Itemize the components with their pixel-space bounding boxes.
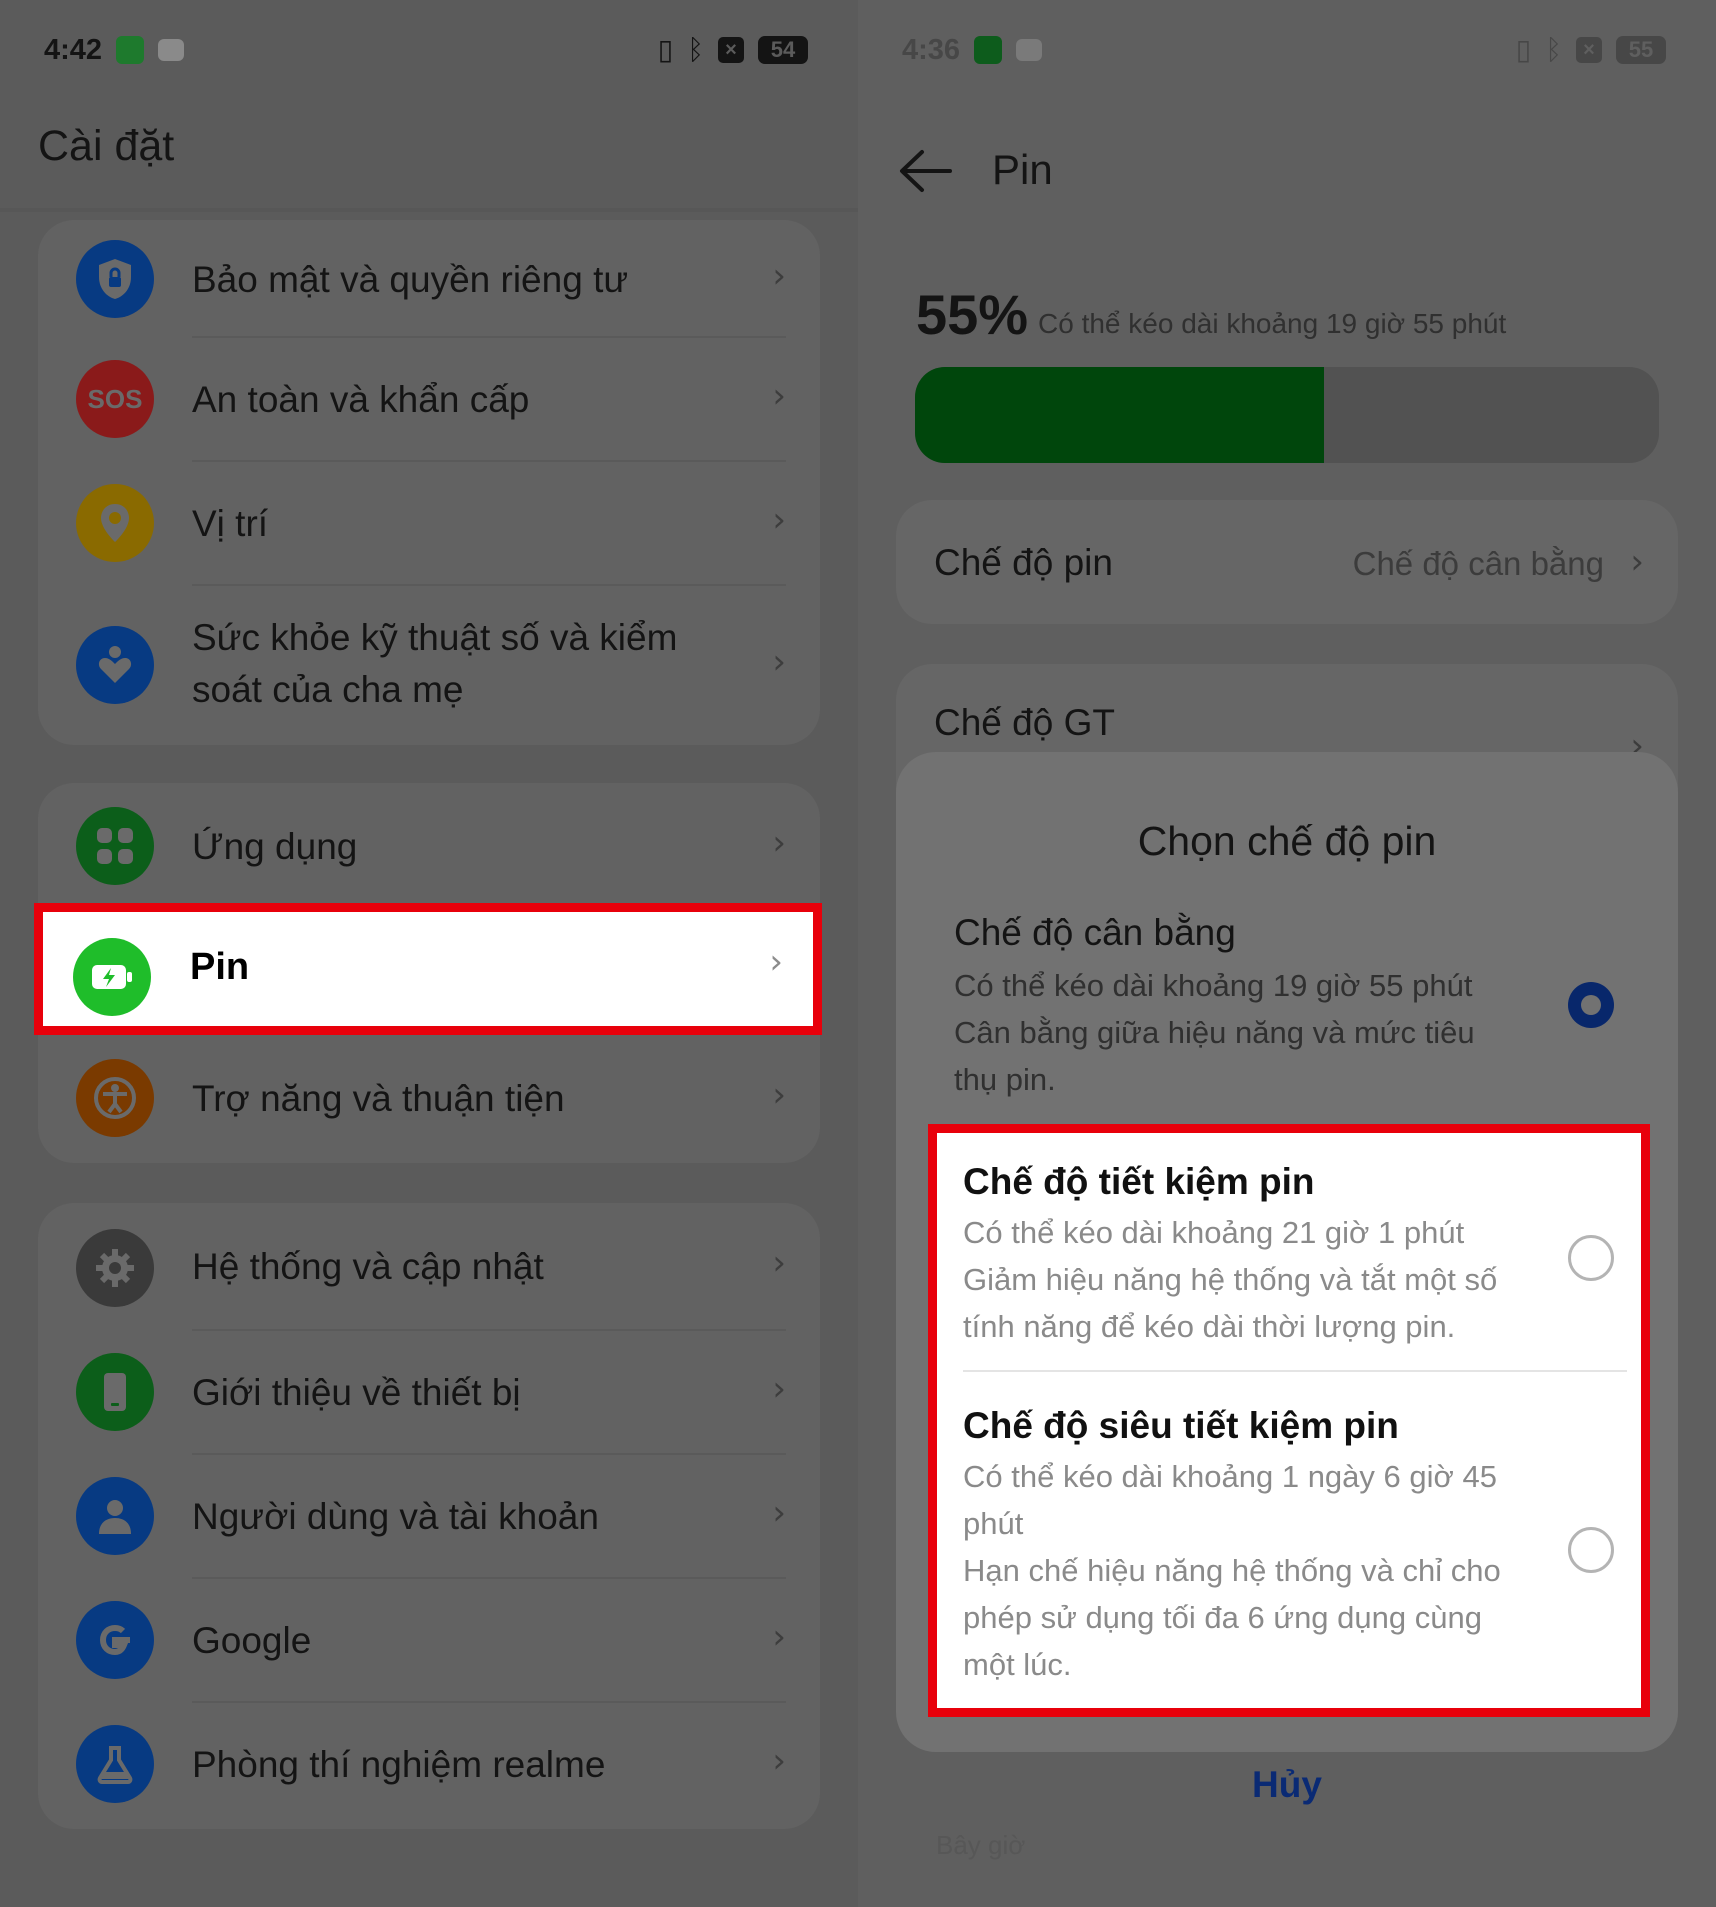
settings-item-label: Pin <box>190 946 250 988</box>
settings-item-realme-lab[interactable]: Phòng thí nghiệm realme › <box>38 1703 820 1829</box>
chevron-right-icon: › <box>772 823 786 863</box>
radio-saver[interactable] <box>1568 1235 1614 1281</box>
chevron-right-icon: › <box>772 1369 786 1409</box>
chevron-right-icon: › <box>772 1493 786 1533</box>
battery-level-fill <box>915 367 1325 463</box>
flask-icon <box>76 1725 154 1803</box>
status-time: 4:42 <box>44 33 103 66</box>
digital-wellbeing-icon <box>76 626 154 704</box>
settings-item-label: Ứng dụng <box>192 826 358 867</box>
sos-icon: SOS <box>76 360 154 438</box>
settings-group-security: Bảo mật và quyền riêng tư › SOS An toàn … <box>38 220 820 745</box>
option-balanced-desc: Có thể kéo dài khoảng 19 giờ 55 phút Cân… <box>954 968 1475 1097</box>
settings-item-battery[interactable]: Pin › <box>34 903 822 1035</box>
no-sim-icon: × <box>1576 37 1602 63</box>
status-time: 4:36 <box>902 33 961 66</box>
chevron-right-icon: › <box>772 256 786 296</box>
vibrate-icon: ▯ <box>657 34 674 65</box>
bluetooth-icon: ᛒ <box>687 34 704 65</box>
option-super-saver-title[interactable]: Chế độ siêu tiết kiệm pin <box>963 1405 1399 1447</box>
settings-item-label: Google <box>192 1620 312 1661</box>
settings-item-digital-wellbeing[interactable]: Sức khỏe kỹ thuật số và kiểm soát của ch… <box>38 586 820 745</box>
sos-glyph: SOS <box>87 383 143 414</box>
settings-item-label: Bảo mật và quyền riêng tư <box>192 259 629 300</box>
settings-item-label: Giới thiệu về thiết bị <box>192 1372 521 1413</box>
battery-charging-icon <box>73 938 151 1016</box>
option-saver-desc: Có thể kéo dài khoảng 21 giờ 1 phút Giảm… <box>963 1215 1498 1344</box>
bluetooth-icon: ᛒ <box>1545 34 1562 65</box>
option-balanced-title[interactable]: Chế độ cân bằng <box>954 912 1236 954</box>
settings-item-label: An toàn và khẩn cấp <box>192 379 530 420</box>
status-bar: 4:42 ▯ ᛒ × 54 <box>44 28 808 72</box>
back-arrow-icon[interactable] <box>898 146 952 196</box>
notification-icon <box>1016 39 1043 61</box>
phone-icon <box>76 1353 154 1431</box>
chevron-right-icon: › <box>772 1075 786 1115</box>
settings-item-label: Vị trí <box>192 503 269 544</box>
header-divider <box>0 208 858 212</box>
shield-lock-icon <box>76 240 154 318</box>
no-sim-icon: × <box>718 37 744 63</box>
chevron-right-icon: › <box>772 642 786 682</box>
option-divider <box>963 1370 1627 1372</box>
google-icon <box>76 1601 154 1679</box>
battery-percent: 55% <box>916 283 1029 346</box>
settings-item-safety[interactable]: SOS An toàn và khẩn cấp › <box>38 338 820 462</box>
settings-item-google[interactable]: Google › <box>38 1579 820 1703</box>
radio-dot <box>1581 995 1601 1015</box>
settings-group-system: Hệ thống và cập nhật › Giới thiệu về thi… <box>38 1203 820 1829</box>
settings-item-label: Sức khỏe kỹ thuật số và kiểm soát của ch… <box>192 617 678 710</box>
settings-item-apps[interactable]: Ứng dụng › <box>38 783 820 907</box>
gear-icon <box>76 1229 154 1307</box>
page-title: Cài đặt <box>38 122 175 170</box>
settings-item-label: Người dùng và tài khoản <box>192 1496 599 1537</box>
battery-remaining-note: Có thể kéo dài khoảng 19 giờ 55 phút <box>1038 308 1507 339</box>
highlighted-options: Chế độ tiết kiệm pin Có thể kéo dài khoả… <box>928 1124 1650 1717</box>
chevron-right-icon: › <box>772 376 786 416</box>
settings-item-label: Hệ thống và cập nhật <box>192 1246 544 1287</box>
battery-icon: 55 <box>1616 36 1666 64</box>
battery-level-bar <box>915 367 1659 463</box>
option-saver-title[interactable]: Chế độ tiết kiệm pin <box>963 1161 1315 1203</box>
chevron-right-icon: › <box>772 500 786 540</box>
sheet-title: Chọn chế độ pin <box>1137 818 1437 864</box>
chevron-right-icon: › <box>772 1617 786 1657</box>
settings-item-label: Trợ năng và thuận tiện <box>192 1078 565 1119</box>
settings-item-about-device[interactable]: Giới thiệu về thiết bị › <box>38 1331 820 1455</box>
battery-mode-row[interactable]: Chế độ pin Chế độ cân bằng › <box>896 500 1678 624</box>
battery-mode-value: Chế độ cân bằng <box>1352 545 1604 582</box>
chevron-right-icon: › <box>769 942 783 982</box>
settings-item-label: Phòng thí nghiệm realme <box>192 1744 606 1785</box>
status-bar: 4:36 ▯ ᛒ × 55 <box>902 28 1666 72</box>
settings-item-location[interactable]: Vị trí › <box>38 462 820 586</box>
page-title: Pin <box>992 146 1053 193</box>
vibrate-icon: ▯ <box>1515 34 1532 65</box>
faint-footer-text: Bây giờ <box>936 1830 1026 1860</box>
app-notification-icon <box>974 36 1003 64</box>
option-super-saver-desc: Có thể kéo dài khoảng 1 ngày 6 giờ 45 ph… <box>963 1459 1501 1682</box>
gt-mode-label: Chế độ GT <box>934 702 1115 743</box>
location-pin-icon <box>76 484 154 562</box>
user-icon <box>76 1477 154 1555</box>
accessibility-icon <box>76 1059 154 1137</box>
settings-screen: 4:42 ▯ ᛒ × 54 Cài đặt Bảo mật và quyền r… <box>0 0 858 1907</box>
settings-item-accessibility[interactable]: Trợ năng và thuận tiện › <box>38 1031 820 1163</box>
battery-icon: 54 <box>758 36 808 64</box>
settings-item-security[interactable]: Bảo mật và quyền riêng tư › <box>38 220 820 338</box>
apps-grid-icon <box>76 807 154 885</box>
notification-icon <box>158 39 185 61</box>
chevron-right-icon: › <box>772 1243 786 1283</box>
settings-item-system[interactable]: Hệ thống và cập nhật › <box>38 1203 820 1331</box>
app-notification-icon <box>116 36 145 64</box>
settings-item-users-accounts[interactable]: Người dùng và tài khoản › <box>38 1455 820 1579</box>
chevron-right-icon: › <box>1630 542 1644 582</box>
battery-mode-label: Chế độ pin <box>934 542 1113 583</box>
cancel-button[interactable]: Hủy <box>896 1764 1678 1806</box>
chevron-right-icon: › <box>772 1741 786 1781</box>
radio-balanced-selected[interactable] <box>1568 982 1614 1028</box>
radio-super-saver[interactable] <box>1568 1527 1614 1573</box>
